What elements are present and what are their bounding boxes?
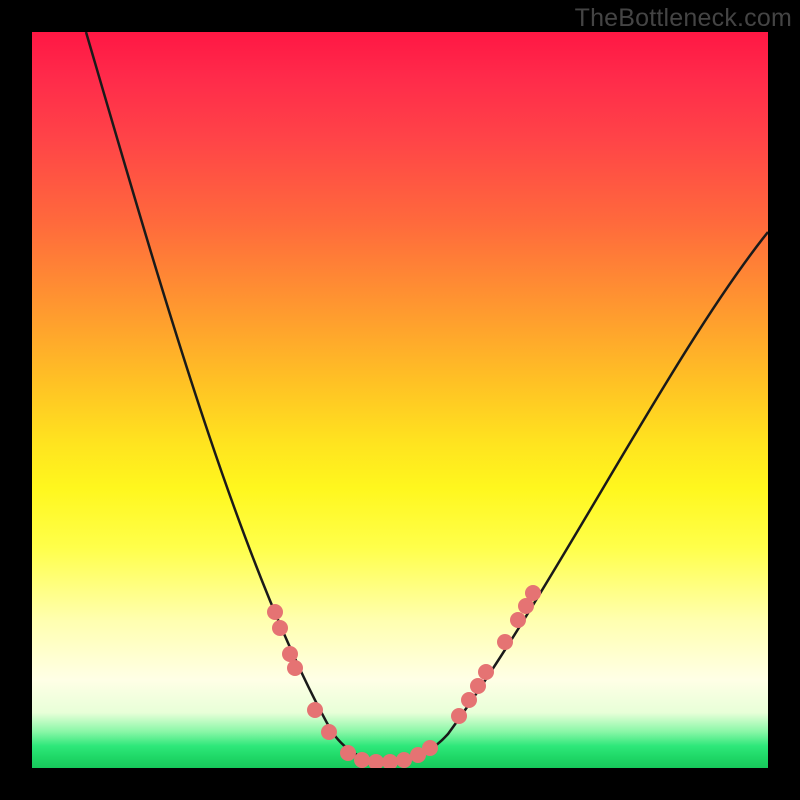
curve-line [86, 32, 768, 762]
data-dot [470, 678, 486, 694]
data-dot [307, 702, 323, 718]
data-dot [422, 740, 438, 756]
data-dot [272, 620, 288, 636]
data-dot [525, 585, 541, 601]
data-dot [478, 664, 494, 680]
data-dot [267, 604, 283, 620]
data-dot [340, 745, 356, 761]
data-dot [354, 752, 370, 768]
data-dot [510, 612, 526, 628]
data-dot [497, 634, 513, 650]
watermark-text: TheBottleneck.com [575, 4, 792, 33]
data-dot [451, 708, 467, 724]
chart-frame: TheBottleneck.com [0, 0, 800, 800]
data-dot [396, 752, 412, 768]
data-dot [382, 754, 398, 768]
data-dot [282, 646, 298, 662]
plot-area [32, 32, 768, 768]
data-dots [267, 585, 541, 768]
bottleneck-curve [32, 32, 768, 768]
data-dot [461, 692, 477, 708]
data-dot [321, 724, 337, 740]
data-dot [368, 754, 384, 768]
data-dot [287, 660, 303, 676]
